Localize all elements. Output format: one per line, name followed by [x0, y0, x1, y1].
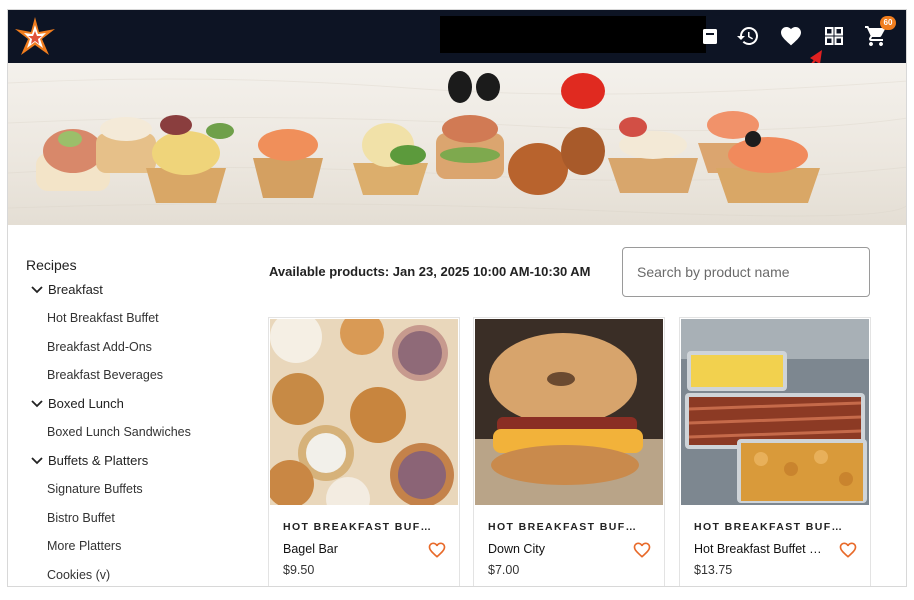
product-category: HOT BREAKFAST BUF…	[694, 521, 844, 533]
brand-logo[interactable]	[13, 15, 57, 59]
sidebar-item-cookies[interactable]: Cookies (v)	[47, 568, 110, 582]
hero-banner	[8, 63, 906, 225]
redacted-region	[440, 16, 706, 53]
app-window: 60 Recipes Breakfast Hot Breakfast Buffe…	[7, 9, 907, 587]
sidebar-category-label: Buffets & Platters	[48, 453, 149, 468]
sidebar-category-boxed-lunch[interactable]: Boxed Lunch	[30, 396, 124, 411]
grid-view-icon[interactable]	[822, 24, 846, 48]
sidebar-category-label: Breakfast	[48, 282, 103, 297]
product-card[interactable]: HOT BREAKFAST BUF… Bagel Bar $9.50	[268, 317, 460, 586]
sidebar-item-signature-buffets[interactable]: Signature Buffets	[47, 482, 143, 496]
sidebar-category-label: Boxed Lunch	[48, 396, 124, 411]
sidebar-item-boxed-lunch-sandwiches[interactable]: Boxed Lunch Sandwiches	[47, 425, 191, 439]
sidebar-item-breakfast-add-ons[interactable]: Breakfast Add-Ons	[47, 340, 152, 354]
sidebar-title: Recipes	[26, 257, 77, 273]
product-price: $7.00	[488, 563, 520, 577]
available-products-text: Available products: Jan 23, 2025 10:00 A…	[269, 264, 591, 279]
cart-count-badge: 60	[880, 16, 896, 30]
product-price: $13.75	[694, 563, 733, 577]
product-image-hot-breakfast-buffet	[681, 319, 869, 505]
chevron-down-icon	[31, 285, 43, 293]
product-category: HOT BREAKFAST BUF…	[283, 521, 433, 533]
sidebar-item-breakfast-beverages[interactable]: Breakfast Beverages	[47, 368, 163, 382]
sidebar-item-bistro-buffet[interactable]: Bistro Buffet	[47, 511, 115, 525]
product-name: Hot Breakfast Buffet …	[694, 542, 822, 556]
product-name: Down City	[488, 542, 545, 556]
product-price: $9.50	[283, 563, 315, 577]
product-card[interactable]: HOT BREAKFAST BUF… Down City $7.00	[473, 317, 665, 586]
favorite-heart-icon[interactable]	[632, 540, 652, 560]
chevron-down-icon	[31, 399, 43, 407]
chevron-down-icon	[31, 456, 43, 464]
sidebar-item-hot-breakfast-buffet[interactable]: Hot Breakfast Buffet	[47, 311, 159, 325]
favorites-heart-icon[interactable]	[779, 24, 803, 48]
favorite-heart-icon[interactable]	[838, 540, 858, 560]
canapes-banner-image	[8, 71, 906, 217]
sidebar-item-more-platters[interactable]: More Platters	[47, 539, 121, 553]
sidebar-category-buffets-platters[interactable]: Buffets & Platters	[30, 453, 148, 468]
top-navigation-bar: 60	[8, 10, 906, 63]
search-input[interactable]	[622, 247, 870, 297]
product-image-down-city	[475, 319, 663, 505]
product-card[interactable]: HOT BREAKFAST BUF… Hot Breakfast Buffet …	[679, 317, 871, 586]
calendar-icon[interactable]	[698, 24, 722, 48]
history-icon[interactable]	[736, 24, 760, 48]
product-category: HOT BREAKFAST BUF…	[488, 521, 638, 533]
product-name: Bagel Bar	[283, 542, 338, 556]
favorite-heart-icon[interactable]	[427, 540, 447, 560]
product-image-bagel-bar	[270, 319, 458, 505]
sidebar-category-breakfast[interactable]: Breakfast	[30, 282, 103, 297]
